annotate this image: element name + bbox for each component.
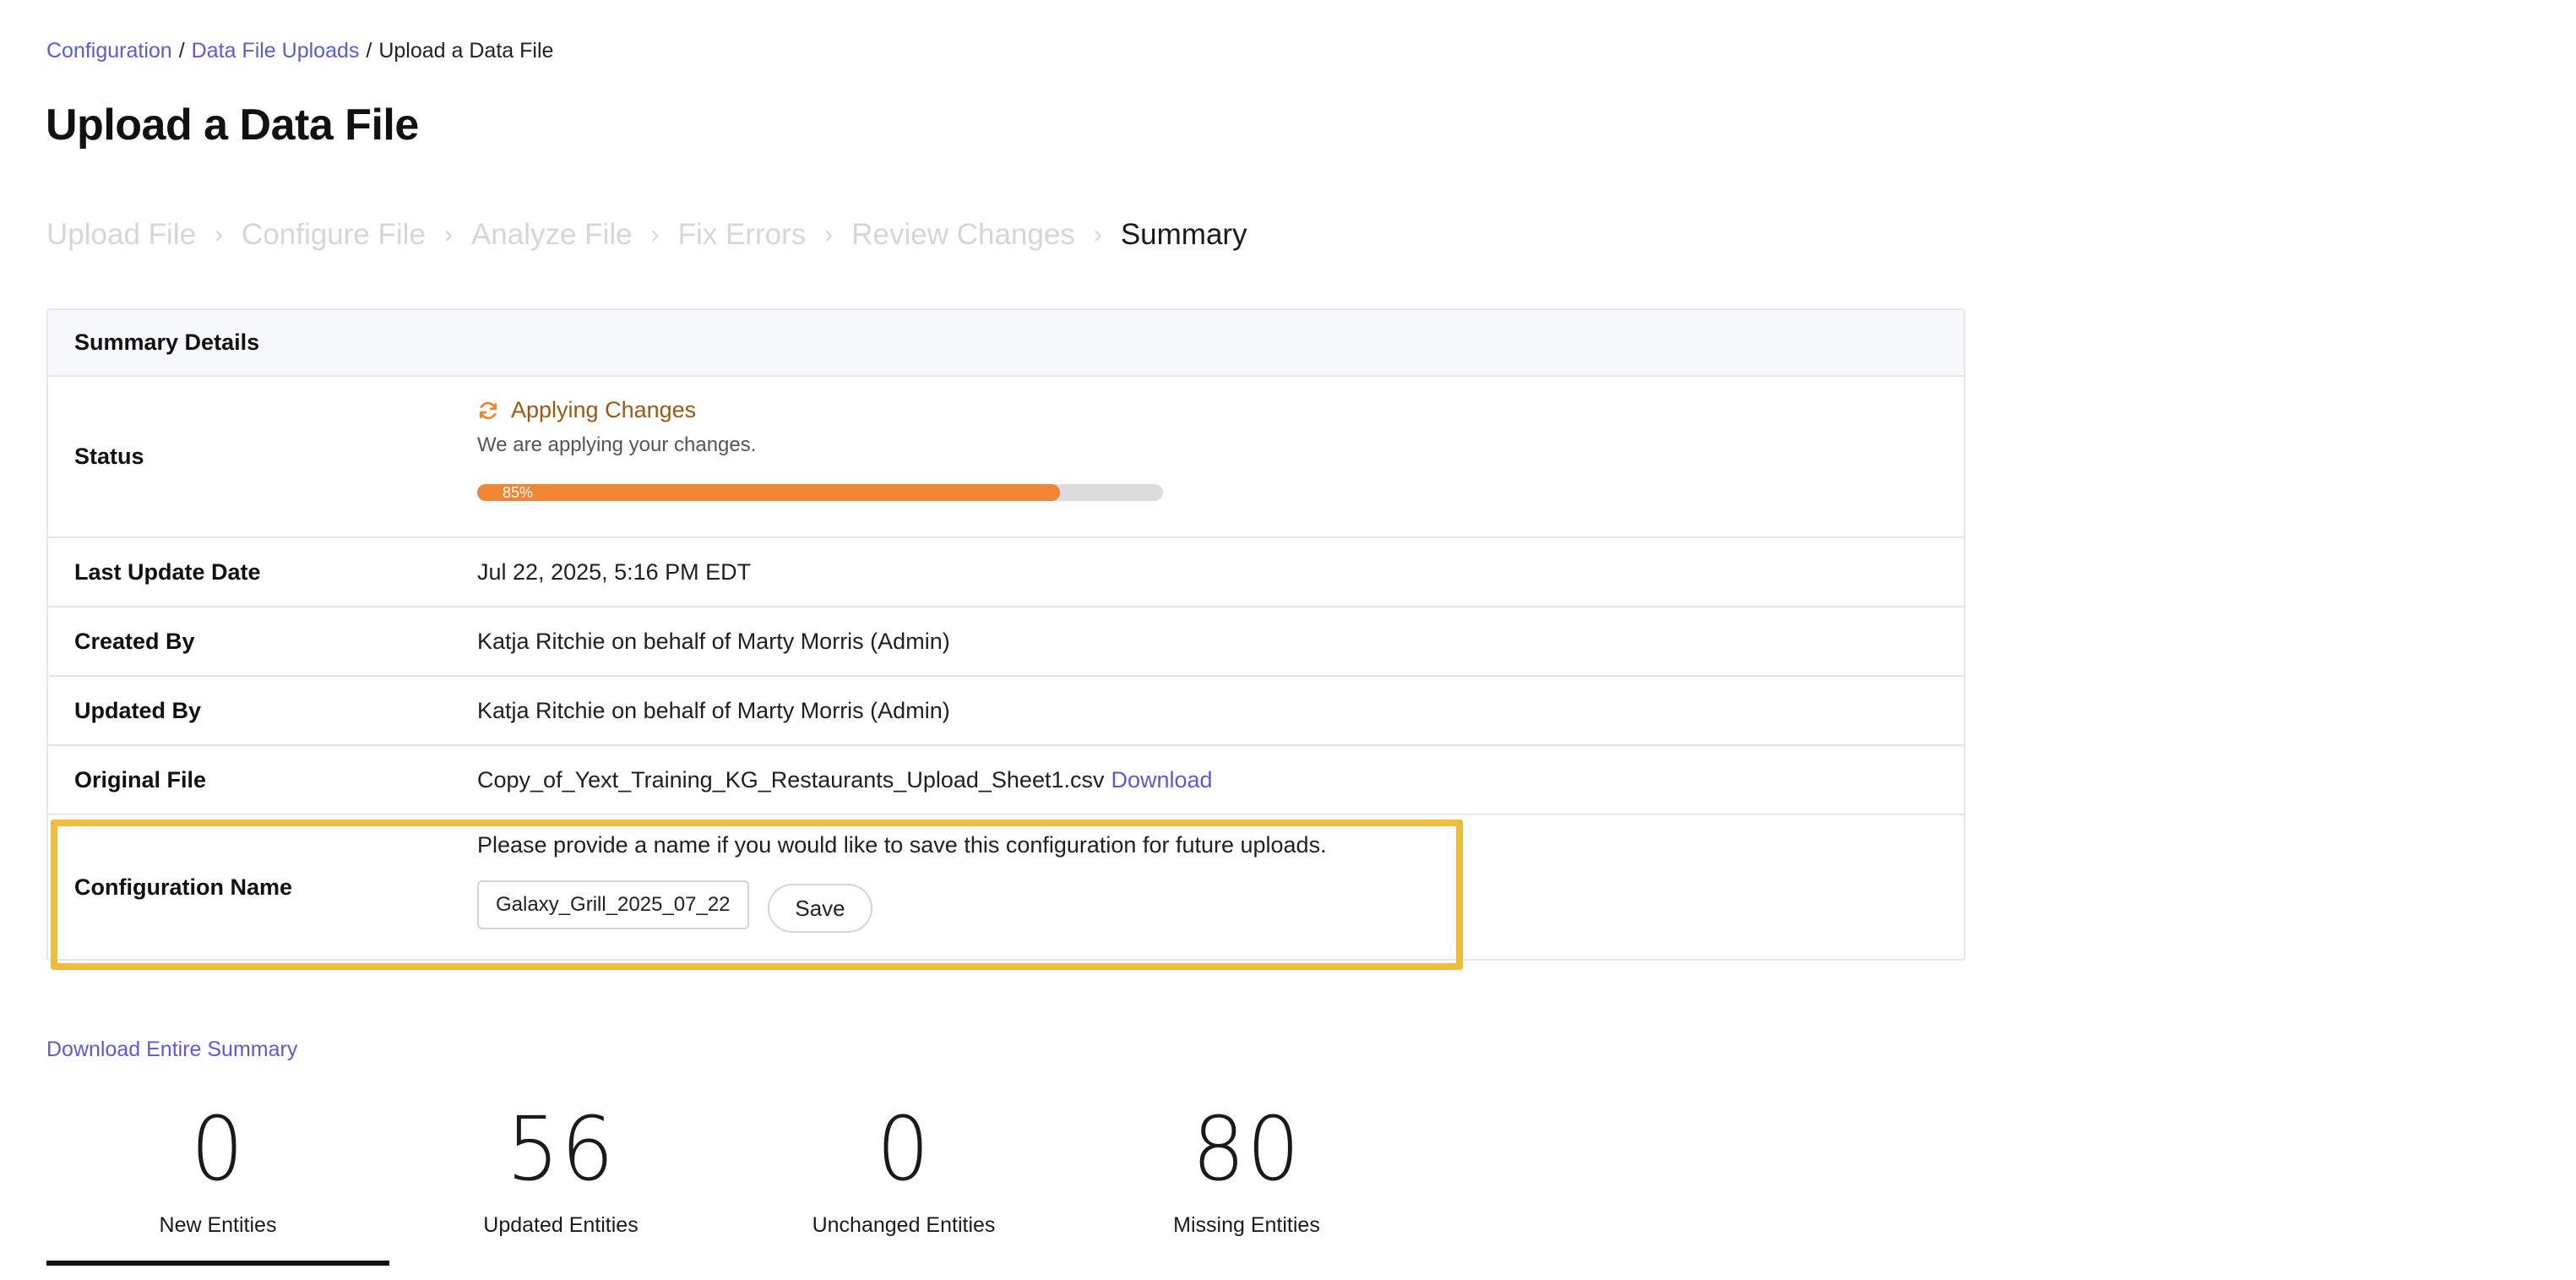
created-by-label: Created By [74,628,195,654]
chevron-right-icon: › [824,221,834,248]
configuration-name-prompt: Please provide a name if you would like … [477,832,1327,858]
upload-stepper: Upload File › Configure File › Analyze F… [46,218,1247,252]
updated-by-label: Updated By [74,697,202,723]
chevron-right-icon: › [443,221,453,248]
step-summary: Summary [1120,218,1247,251]
configuration-name-value: Please provide a name if you would like … [477,815,1964,959]
save-configuration-button[interactable]: Save [768,884,872,933]
entity-stats: 0 New Entities 56 Updated Entities 0 Unc… [46,1098,1418,1266]
original-file-value: Copy_of_Yext_Training_KG_Restaurants_Upl… [477,746,1964,814]
breadcrumb-separator: / [366,39,372,63]
progress-bar-fill [477,484,1061,501]
original-file-label: Original File [74,766,207,793]
configuration-name-row: Configuration Name Please provide a name… [48,815,1964,959]
stat-number: 80 [1192,1098,1302,1201]
configuration-name-label: Configuration Name [74,874,293,900]
step-fix-errors: Fix Errors [677,218,807,251]
chevron-right-icon: › [1093,221,1102,248]
step-analyze-file: Analyze File [470,218,633,251]
status-value: Applying Changes We are applying your ch… [477,377,1964,537]
stat-label: Missing Entities [1173,1213,1320,1237]
created-by-row: Created By Katja Ritchie on behalf of Ma… [48,607,1964,677]
chevron-right-icon: › [215,221,224,248]
breadcrumb: Configuration / Data File Uploads / Uplo… [46,39,553,63]
status-row: Status Applying Changes We are applying … [48,377,1964,538]
stat-new-entities[interactable]: 0 New Entities [46,1098,389,1266]
original-file-row: Original File Copy_of_Yext_Training_KG_R… [48,746,1964,815]
progress-bar: 85% [477,484,1163,501]
stat-updated-entities[interactable]: 56 Updated Entities [389,1098,732,1266]
breadcrumb-separator: / [178,39,185,63]
stat-label: Unchanged Entities [812,1213,996,1237]
stat-number: 0 [190,1098,246,1201]
stat-label: New Entities [159,1213,277,1237]
chevron-right-icon: › [650,221,660,248]
last-update-label: Last Update Date [74,558,261,585]
refresh-icon [477,400,499,422]
stat-unchanged-entities[interactable]: 0 Unchanged Entities [732,1098,1075,1266]
updated-by-value: Katja Ritchie on behalf of Marty Morris … [477,697,950,723]
last-update-row: Last Update Date Jul 22, 2025, 5:16 PM E… [48,538,1964,607]
status-description: We are applying your changes. [477,433,757,456]
download-entire-summary-link[interactable]: Download Entire Summary [46,1038,297,1062]
stat-number: 56 [506,1098,616,1201]
page-title: Upload a Data File [46,101,419,150]
stat-number: 0 [876,1098,932,1201]
breadcrumb-configuration-link[interactable]: Configuration [46,39,172,63]
breadcrumb-current: Upload a Data File [378,39,554,63]
step-configure-file: Configure File [242,218,426,251]
last-update-value: Jul 22, 2025, 5:16 PM EDT [477,558,752,585]
download-original-file-link[interactable]: Download [1111,767,1212,793]
original-file-name: Copy_of_Yext_Training_KG_Restaurants_Upl… [477,766,1105,793]
progress-percent: 85% [503,484,534,501]
stat-label: Updated Entities [483,1213,639,1237]
step-upload-file: Upload File [46,218,197,251]
summary-details-card: Summary Details Status Applying Changes [46,308,1965,961]
updated-by-row: Updated By Katja Ritchie on behalf of Ma… [48,677,1964,746]
created-by-value: Katja Ritchie on behalf of Marty Morris … [477,628,950,654]
configuration-name-input[interactable] [477,880,749,929]
status-title: Applying Changes [511,397,697,422]
breadcrumb-data-file-uploads-link[interactable]: Data File Uploads [192,39,360,63]
stat-missing-entities[interactable]: 80 Missing Entities [1075,1098,1418,1266]
summary-details-header: Summary Details [48,310,1964,377]
step-review-changes: Review Changes [851,218,1075,251]
status-label: Status [74,444,144,469]
